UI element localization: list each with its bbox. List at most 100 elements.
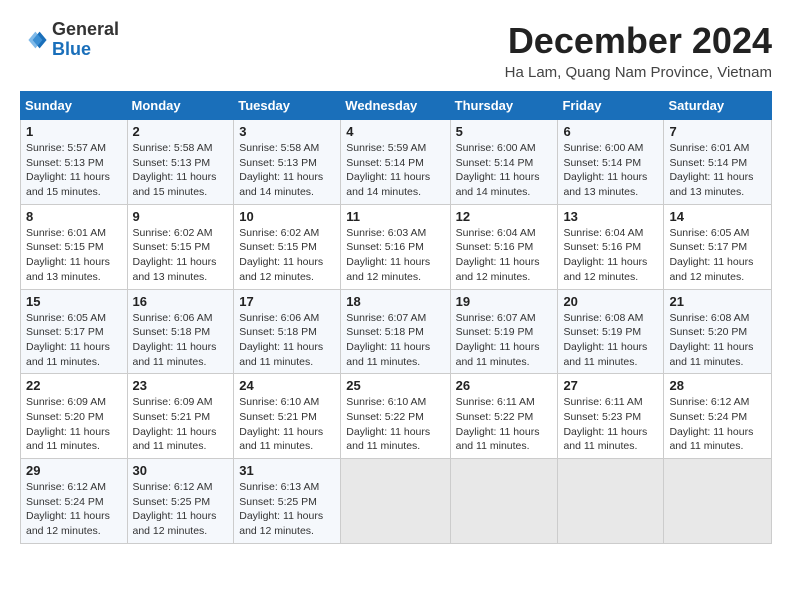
logo-blue: Blue bbox=[52, 40, 119, 60]
day-number: 17 bbox=[239, 294, 335, 309]
calendar-cell: 12Sunrise: 6:04 AMSunset: 5:16 PMDayligh… bbox=[450, 204, 558, 289]
logo-text: General Blue bbox=[52, 20, 119, 60]
day-detail: Sunrise: 6:11 AMSunset: 5:23 PMDaylight:… bbox=[563, 395, 658, 454]
day-number: 2 bbox=[133, 124, 229, 139]
day-number: 3 bbox=[239, 124, 335, 139]
day-number: 19 bbox=[456, 294, 553, 309]
day-detail: Sunrise: 6:05 AMSunset: 5:17 PMDaylight:… bbox=[669, 226, 766, 285]
calendar-cell: 18Sunrise: 6:07 AMSunset: 5:18 PMDayligh… bbox=[341, 289, 450, 374]
day-detail: Sunrise: 6:07 AMSunset: 5:19 PMDaylight:… bbox=[456, 311, 553, 370]
day-number: 26 bbox=[456, 378, 553, 393]
day-detail: Sunrise: 6:00 AMSunset: 5:14 PMDaylight:… bbox=[563, 141, 658, 200]
calendar-week-row: 22 Sunrise: 6:09 AMSunset: 5:20 PMDayligh… bbox=[21, 374, 772, 459]
header-wednesday: Wednesday bbox=[341, 92, 450, 120]
day-number: 10 bbox=[239, 209, 335, 224]
header: General Blue December 2024 Ha Lam, Quang… bbox=[20, 20, 772, 81]
calendar-week-row: 1 Sunrise: 5:57 AMSunset: 5:13 PMDaylight… bbox=[21, 120, 772, 205]
day-detail: Sunrise: 6:03 AMSunset: 5:16 PMDaylight:… bbox=[346, 226, 444, 285]
day-detail: Sunrise: 6:02 AMSunset: 5:15 PMDaylight:… bbox=[239, 226, 335, 285]
day-detail: Sunrise: 6:08 AMSunset: 5:19 PMDaylight:… bbox=[563, 311, 658, 370]
calendar-cell: 30 Sunrise: 6:12 AMSunset: 5:25 PMDayligh… bbox=[127, 459, 234, 544]
day-detail: Sunrise: 6:06 AMSunset: 5:18 PMDaylight:… bbox=[133, 311, 229, 370]
calendar-cell: 5 Sunrise: 6:00 AMSunset: 5:14 PMDaylight… bbox=[450, 120, 558, 205]
day-number: 13 bbox=[563, 209, 658, 224]
calendar-cell: 28 Sunrise: 6:12 AMSunset: 5:24 PMDayligh… bbox=[664, 374, 772, 459]
calendar-week-row: 8Sunrise: 6:01 AMSunset: 5:15 PMDaylight… bbox=[21, 204, 772, 289]
calendar-cell: 3Sunrise: 5:58 AMSunset: 5:13 PMDaylight… bbox=[234, 120, 341, 205]
day-number: 23 bbox=[133, 378, 229, 393]
calendar-cell: 1 Sunrise: 5:57 AMSunset: 5:13 PMDaylight… bbox=[21, 120, 128, 205]
day-number: 15 bbox=[26, 294, 122, 309]
day-number: 27 bbox=[563, 378, 658, 393]
calendar-cell: 20 Sunrise: 6:08 AMSunset: 5:19 PMDayligh… bbox=[558, 289, 664, 374]
calendar-cell: 6Sunrise: 6:00 AMSunset: 5:14 PMDaylight… bbox=[558, 120, 664, 205]
day-number: 28 bbox=[669, 378, 766, 393]
calendar-cell bbox=[664, 459, 772, 544]
day-detail: Sunrise: 6:10 AMSunset: 5:22 PMDaylight:… bbox=[346, 395, 444, 454]
day-detail: Sunrise: 6:08 AMSunset: 5:20 PMDaylight:… bbox=[669, 311, 766, 370]
calendar-cell: 9 Sunrise: 6:02 AMSunset: 5:15 PMDaylight… bbox=[127, 204, 234, 289]
calendar-cell: 27 Sunrise: 6:11 AMSunset: 5:23 PMDayligh… bbox=[558, 374, 664, 459]
header-friday: Friday bbox=[558, 92, 664, 120]
day-detail: Sunrise: 6:11 AMSunset: 5:22 PMDaylight:… bbox=[456, 395, 553, 454]
logo-icon bbox=[20, 26, 48, 54]
calendar-cell: 23 Sunrise: 6:09 AMSunset: 5:21 PMDayligh… bbox=[127, 374, 234, 459]
day-detail: Sunrise: 6:12 AMSunset: 5:24 PMDaylight:… bbox=[26, 480, 122, 539]
header-thursday: Thursday bbox=[450, 92, 558, 120]
calendar-week-row: 15 Sunrise: 6:05 AMSunset: 5:17 PMDayligh… bbox=[21, 289, 772, 374]
day-detail: Sunrise: 6:01 AMSunset: 5:14 PMDaylight:… bbox=[669, 141, 766, 200]
title-area: December 2024 Ha Lam, Quang Nam Province… bbox=[505, 20, 772, 81]
calendar-cell: 19 Sunrise: 6:07 AMSunset: 5:19 PMDayligh… bbox=[450, 289, 558, 374]
day-number: 11 bbox=[346, 209, 444, 224]
day-number: 20 bbox=[563, 294, 658, 309]
day-number: 4 bbox=[346, 124, 444, 139]
calendar-header-row: SundayMondayTuesdayWednesdayThursdayFrid… bbox=[21, 92, 772, 120]
day-detail: Sunrise: 6:09 AMSunset: 5:20 PMDaylight:… bbox=[26, 395, 122, 454]
day-number: 9 bbox=[133, 209, 229, 224]
day-number: 31 bbox=[239, 463, 335, 478]
calendar-cell bbox=[341, 459, 450, 544]
calendar-cell: 11 Sunrise: 6:03 AMSunset: 5:16 PMDayligh… bbox=[341, 204, 450, 289]
day-detail: Sunrise: 6:13 AMSunset: 5:25 PMDaylight:… bbox=[239, 480, 335, 539]
logo-general: General bbox=[52, 20, 119, 40]
calendar-cell: 21 Sunrise: 6:08 AMSunset: 5:20 PMDayligh… bbox=[664, 289, 772, 374]
day-number: 1 bbox=[26, 124, 122, 139]
calendar-cell: 4 Sunrise: 5:59 AMSunset: 5:14 PMDaylight… bbox=[341, 120, 450, 205]
day-detail: Sunrise: 6:02 AMSunset: 5:15 PMDaylight:… bbox=[133, 226, 229, 285]
day-detail: Sunrise: 5:58 AMSunset: 5:13 PMDaylight:… bbox=[133, 141, 229, 200]
calendar-cell: 17 Sunrise: 6:06 AMSunset: 5:18 PMDayligh… bbox=[234, 289, 341, 374]
day-number: 30 bbox=[133, 463, 229, 478]
day-number: 16 bbox=[133, 294, 229, 309]
calendar-cell: 16 Sunrise: 6:06 AMSunset: 5:18 PMDayligh… bbox=[127, 289, 234, 374]
day-detail: Sunrise: 5:57 AMSunset: 5:13 PMDaylight:… bbox=[26, 141, 122, 200]
calendar-cell: 24 Sunrise: 6:10 AMSunset: 5:21 PMDayligh… bbox=[234, 374, 341, 459]
day-detail: Sunrise: 6:09 AMSunset: 5:21 PMDaylight:… bbox=[133, 395, 229, 454]
logo: General Blue bbox=[20, 20, 119, 60]
calendar-cell: 13Sunrise: 6:04 AMSunset: 5:16 PMDayligh… bbox=[558, 204, 664, 289]
day-detail: Sunrise: 6:10 AMSunset: 5:21 PMDaylight:… bbox=[239, 395, 335, 454]
calendar-cell: 31 Sunrise: 6:13 AMSunset: 5:25 PMDayligh… bbox=[234, 459, 341, 544]
day-detail: Sunrise: 6:06 AMSunset: 5:18 PMDaylight:… bbox=[239, 311, 335, 370]
day-number: 14 bbox=[669, 209, 766, 224]
day-number: 22 bbox=[26, 378, 122, 393]
day-number: 18 bbox=[346, 294, 444, 309]
calendar-cell: 29Sunrise: 6:12 AMSunset: 5:24 PMDayligh… bbox=[21, 459, 128, 544]
day-detail: Sunrise: 6:12 AMSunset: 5:24 PMDaylight:… bbox=[669, 395, 766, 454]
day-number: 24 bbox=[239, 378, 335, 393]
day-detail: Sunrise: 6:00 AMSunset: 5:14 PMDaylight:… bbox=[456, 141, 553, 200]
day-detail: Sunrise: 6:05 AMSunset: 5:17 PMDaylight:… bbox=[26, 311, 122, 370]
header-saturday: Saturday bbox=[664, 92, 772, 120]
header-tuesday: Tuesday bbox=[234, 92, 341, 120]
day-number: 5 bbox=[456, 124, 553, 139]
day-number: 21 bbox=[669, 294, 766, 309]
day-detail: Sunrise: 6:12 AMSunset: 5:25 PMDaylight:… bbox=[133, 480, 229, 539]
location: Ha Lam, Quang Nam Province, Vietnam bbox=[505, 64, 772, 81]
calendar-cell: 15 Sunrise: 6:05 AMSunset: 5:17 PMDayligh… bbox=[21, 289, 128, 374]
header-monday: Monday bbox=[127, 92, 234, 120]
month-title: December 2024 bbox=[505, 20, 772, 62]
calendar-cell: 25 Sunrise: 6:10 AMSunset: 5:22 PMDayligh… bbox=[341, 374, 450, 459]
calendar-cell bbox=[558, 459, 664, 544]
day-number: 25 bbox=[346, 378, 444, 393]
day-number: 7 bbox=[669, 124, 766, 139]
day-detail: Sunrise: 5:59 AMSunset: 5:14 PMDaylight:… bbox=[346, 141, 444, 200]
